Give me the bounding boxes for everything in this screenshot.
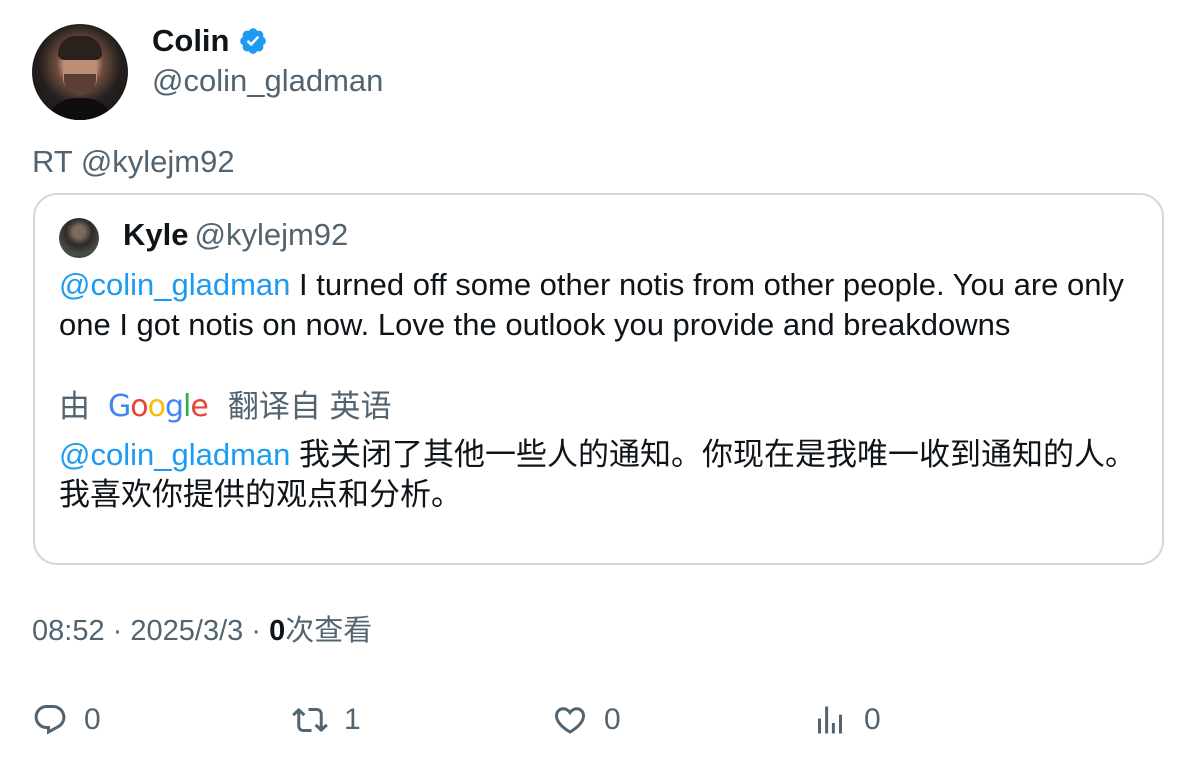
reply-icon bbox=[34, 705, 66, 735]
verified-badge-icon bbox=[239, 28, 266, 54]
mention-link[interactable]: @colin_gladman bbox=[59, 267, 290, 302]
tweet-meta: 08:52 · 2025/3/3 · 0次查看 bbox=[32, 612, 372, 650]
tweet-time[interactable]: 08:52 bbox=[32, 615, 105, 647]
translation-prefix: 由 bbox=[59, 389, 90, 424]
like-button[interactable]: 0 bbox=[552, 700, 621, 740]
retweet-button[interactable]: 1 bbox=[292, 700, 361, 740]
tweet-date[interactable]: 2025/3/3 bbox=[130, 615, 243, 647]
reply-count: 0 bbox=[84, 703, 101, 736]
google-logo-icon: Google bbox=[108, 389, 209, 424]
retweet-count: 1 bbox=[344, 703, 361, 736]
heart-icon bbox=[554, 707, 586, 734]
quoted-author-handle[interactable]: @kylejm92 bbox=[194, 217, 348, 252]
retweet-icon bbox=[292, 707, 328, 733]
retweet-line: RT @kylejm92 bbox=[32, 144, 235, 179]
author-avatar[interactable] bbox=[32, 24, 128, 120]
translated-text: @colin_gladman 我关闭了其他一些人的通知。你现在是我唯一收到通知的… bbox=[59, 435, 1139, 515]
views-action-count: 0 bbox=[864, 703, 881, 736]
avatar-hair bbox=[58, 36, 102, 60]
quoted-tweet-card[interactable]: Kyle @kylejm92 @colin_gladman I turned of… bbox=[33, 193, 1164, 565]
quoted-author-avatar[interactable] bbox=[59, 218, 99, 258]
meta-separator: · bbox=[251, 615, 261, 647]
author-name-row: Colin bbox=[152, 22, 268, 60]
author-handle[interactable]: @colin_gladman bbox=[152, 62, 383, 100]
avatar-beard bbox=[64, 74, 96, 96]
reply-button[interactable]: 0 bbox=[32, 700, 101, 740]
analytics-icon bbox=[818, 706, 842, 734]
like-count: 0 bbox=[604, 703, 621, 736]
views-button[interactable]: 0 bbox=[812, 700, 881, 740]
views-count: 0 bbox=[269, 615, 286, 647]
views-label: 次查看 bbox=[285, 615, 373, 647]
meta-separator: · bbox=[112, 615, 123, 647]
quoted-tweet-text: @colin_gladman I turned off some other n… bbox=[59, 265, 1139, 345]
avatar-shirt bbox=[46, 98, 114, 120]
quoted-author-name[interactable]: Kyle bbox=[123, 217, 188, 252]
translation-suffix: 翻译自 英语 bbox=[227, 389, 392, 424]
translation-attribution[interactable]: 由 Google 翻译自 英语 bbox=[59, 387, 391, 427]
quoted-author: Kyle @kylejm92 bbox=[123, 216, 348, 254]
translated-mention-link[interactable]: @colin_gladman bbox=[59, 437, 290, 472]
author-display-name[interactable]: Colin bbox=[152, 22, 230, 60]
